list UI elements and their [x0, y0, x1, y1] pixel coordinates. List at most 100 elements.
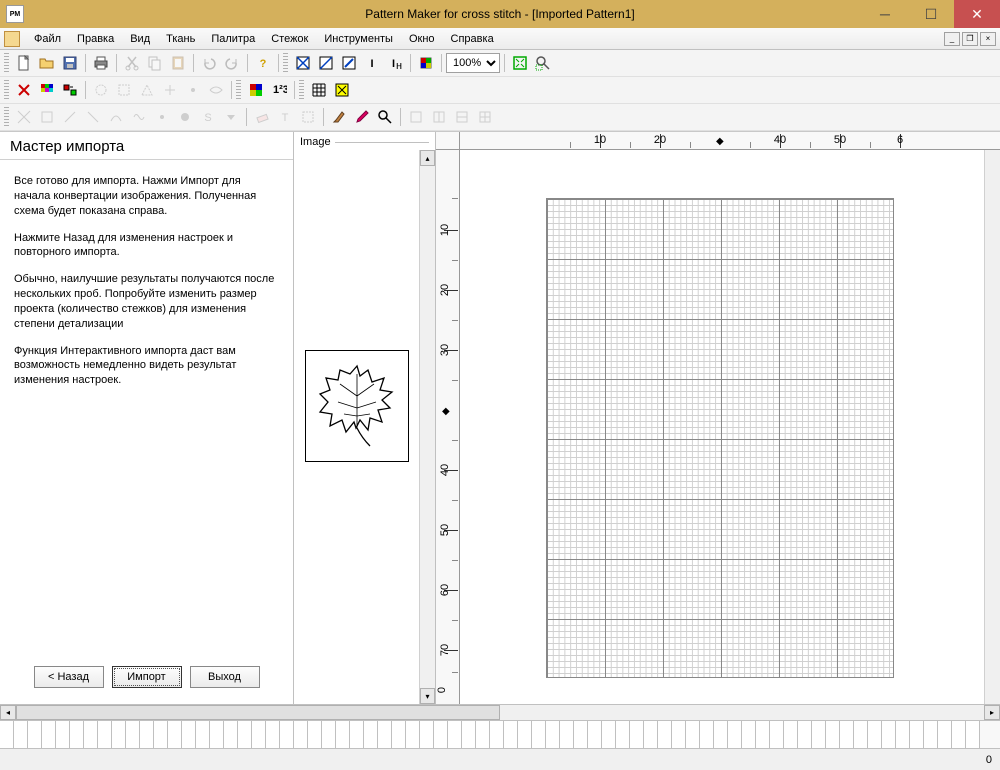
draw-rect-button[interactable] — [36, 106, 58, 128]
undo-button[interactable] — [198, 52, 220, 74]
palette-swatch[interactable] — [266, 721, 280, 748]
palette-swatch[interactable] — [0, 721, 14, 748]
palette-swatch[interactable] — [28, 721, 42, 748]
palette-swatch[interactable] — [812, 721, 826, 748]
delete-button[interactable] — [13, 79, 35, 101]
print-button[interactable] — [90, 52, 112, 74]
palette-swatch[interactable] — [252, 721, 266, 748]
stitch-quarter-button[interactable]: I — [361, 52, 383, 74]
menu-edit[interactable]: Правка — [69, 31, 122, 47]
palette-swatch[interactable] — [210, 721, 224, 748]
window-minimize-button[interactable]: ─ — [862, 0, 908, 28]
copy-button[interactable] — [144, 52, 166, 74]
palette-swatch[interactable] — [112, 721, 126, 748]
toolbar-grip[interactable] — [299, 80, 304, 100]
palette-swatch[interactable] — [658, 721, 672, 748]
stitch-half-button[interactable] — [315, 52, 337, 74]
palette-swatch[interactable] — [840, 721, 854, 748]
palette-swatch[interactable] — [364, 721, 378, 748]
palette-swatch[interactable] — [518, 721, 532, 748]
draw-free-button[interactable] — [128, 106, 150, 128]
toolbar-grip[interactable] — [283, 53, 288, 73]
palette-swatch[interactable] — [504, 721, 518, 748]
palette-swatch[interactable] — [336, 721, 350, 748]
draw-line2-button[interactable] — [82, 106, 104, 128]
colors-palette-button[interactable] — [36, 79, 58, 101]
palette-swatch[interactable] — [938, 721, 952, 748]
draw-full-button[interactable] — [13, 106, 35, 128]
palette-swatch[interactable] — [392, 721, 406, 748]
palette-swatch[interactable] — [406, 721, 420, 748]
mdi-restore-button[interactable]: ❐ — [962, 32, 978, 46]
select-rect-button[interactable] — [297, 106, 319, 128]
menu-palette[interactable]: Палитра — [203, 31, 263, 47]
palette-swatch[interactable] — [756, 721, 770, 748]
palette-swatch[interactable] — [476, 721, 490, 748]
palette-swatch[interactable] — [126, 721, 140, 748]
canvas-draw-area[interactable] — [460, 150, 984, 704]
palette-swatch[interactable] — [56, 721, 70, 748]
palette-swatch[interactable] — [574, 721, 588, 748]
eyedropper-button[interactable] — [351, 106, 373, 128]
palette-swatch[interactable] — [98, 721, 112, 748]
open-file-button[interactable] — [36, 52, 58, 74]
palette-swatch[interactable] — [308, 721, 322, 748]
spray-button[interactable]: S — [197, 106, 219, 128]
redo-button[interactable] — [221, 52, 243, 74]
fit-to-window-button[interactable] — [509, 52, 531, 74]
tool-e-button[interactable] — [182, 79, 204, 101]
scroll-up-icon[interactable]: ▴ — [420, 150, 435, 166]
palette-swatch[interactable] — [714, 721, 728, 748]
palette-swatch[interactable] — [882, 721, 896, 748]
stitch-back-button[interactable] — [338, 52, 360, 74]
zoom-region-button[interactable] — [532, 52, 554, 74]
ruler-vertical[interactable]: 10 20 30 ◆ 40 50 60 70 0 — [436, 150, 460, 704]
draw-line-button[interactable] — [59, 106, 81, 128]
palette-swatch[interactable] — [168, 721, 182, 748]
palette-swatch[interactable] — [742, 721, 756, 748]
scroll-down-icon[interactable]: ▾ — [420, 688, 435, 704]
save-button[interactable] — [59, 52, 81, 74]
magnifier-button[interactable] — [374, 106, 396, 128]
pattern-grid[interactable] — [546, 198, 894, 678]
palette-swatch[interactable] — [784, 721, 798, 748]
palette-swatch[interactable] — [546, 721, 560, 748]
palette-swatch[interactable] — [910, 721, 924, 748]
mdi-minimize-button[interactable]: _ — [944, 32, 960, 46]
palette-swatch[interactable] — [560, 721, 574, 748]
canvas-scrollbar-horizontal[interactable]: ◂ ▸ — [0, 704, 1000, 720]
palette-swatch[interactable] — [490, 721, 504, 748]
menu-tools[interactable]: Инструменты — [316, 31, 401, 47]
palette-swatch[interactable] — [798, 721, 812, 748]
tool-c-button[interactable] — [136, 79, 158, 101]
palette-swatch[interactable] — [952, 721, 966, 748]
numbers-123-button[interactable]: 1²3 — [268, 79, 290, 101]
palette-swatch[interactable] — [616, 721, 630, 748]
palette-swatch[interactable] — [154, 721, 168, 748]
palette-bar[interactable]: // placeholder - swatches rendered inlin… — [0, 720, 1000, 748]
text-button[interactable]: T — [274, 106, 296, 128]
palette-swatch[interactable] — [378, 721, 392, 748]
palette-swatch[interactable] — [728, 721, 742, 748]
draw-dot-button[interactable] — [151, 106, 173, 128]
toolbar-grip[interactable] — [4, 80, 9, 100]
layout-2-button[interactable] — [428, 106, 450, 128]
draw-fill-button[interactable] — [174, 106, 196, 128]
menu-stitch[interactable]: Стежок — [263, 31, 316, 47]
view-mode-1-button[interactable] — [415, 52, 437, 74]
back-button[interactable]: < Назад — [34, 666, 104, 688]
tool-d-button[interactable] — [159, 79, 181, 101]
palette-swatch[interactable] — [868, 721, 882, 748]
palette-swatch[interactable] — [602, 721, 616, 748]
palette-swatch[interactable] — [770, 721, 784, 748]
layout-3-button[interactable] — [451, 106, 473, 128]
stitch-long-button[interactable]: Iн — [384, 52, 406, 74]
image-pane-scrollbar[interactable]: ▴ ▾ — [419, 150, 435, 704]
palette-swatch[interactable] — [182, 721, 196, 748]
layout-1-button[interactable] — [405, 106, 427, 128]
palette-swatch[interactable] — [896, 721, 910, 748]
cut-button[interactable] — [121, 52, 143, 74]
tool-b-button[interactable] — [113, 79, 135, 101]
exit-button[interactable]: Выход — [190, 666, 260, 688]
toolbar-grip[interactable] — [236, 80, 241, 100]
